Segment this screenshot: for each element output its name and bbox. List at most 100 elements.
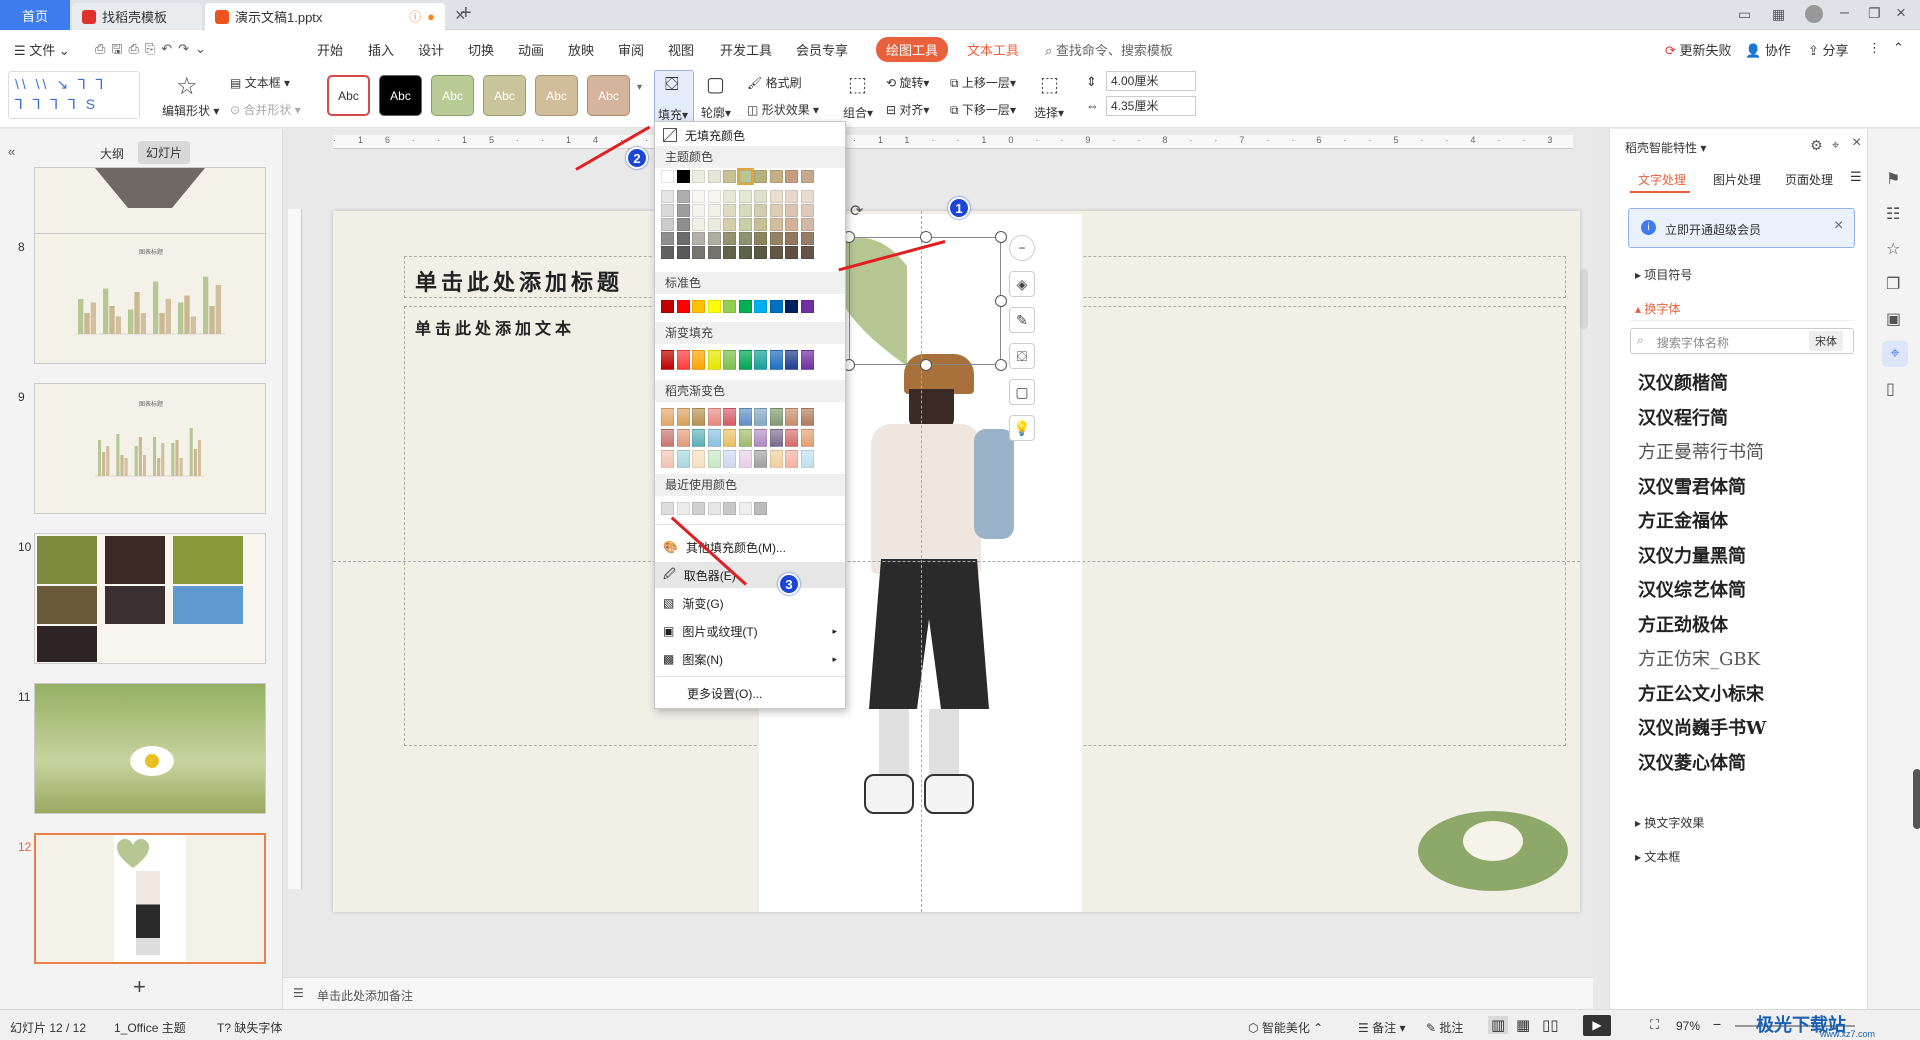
- recent-color-swatch[interactable]: [723, 502, 736, 515]
- theme-color-swatch[interactable]: [723, 218, 736, 231]
- docer-gradient-swatch[interactable]: [692, 450, 705, 468]
- shape-style-1[interactable]: Abc: [327, 75, 370, 116]
- theme-color-swatch[interactable]: [723, 232, 736, 245]
- docer-gradient-swatch[interactable]: [661, 450, 674, 468]
- align-button[interactable]: ⊟ 对齐▾: [886, 101, 929, 118]
- menu-animation[interactable]: 动画: [518, 40, 544, 59]
- rotate-handle-icon[interactable]: ⟳: [850, 201, 863, 221]
- resize-handle[interactable]: [920, 359, 932, 371]
- send-backward-button[interactable]: ⧉ 下移一层▾: [950, 101, 1016, 118]
- docer-gradient-swatch[interactable]: [676, 408, 690, 426]
- shape-style-6[interactable]: Abc: [587, 75, 630, 116]
- tab-page-processing[interactable]: 页面处理: [1785, 171, 1833, 188]
- standard-color-swatch[interactable]: [692, 300, 705, 313]
- docer-gradient-swatch[interactable]: [754, 429, 767, 447]
- docer-gradient-swatch[interactable]: [785, 408, 798, 426]
- docer-gradient-swatch[interactable]: [738, 408, 752, 426]
- tab-document[interactable]: 演示文稿1.pptx ⓘ ●: [205, 3, 445, 30]
- theme-color-swatch[interactable]: [785, 232, 798, 245]
- recent-color-swatch[interactable]: [707, 502, 721, 515]
- vertical-scrollbar[interactable]: [1580, 269, 1588, 329]
- theme-color-swatch[interactable]: [707, 190, 721, 203]
- apps-grid-icon[interactable]: ▦: [1772, 6, 1785, 23]
- style-gallery-more-icon[interactable]: ▾: [637, 82, 642, 93]
- theme-color-swatch[interactable]: [707, 232, 721, 245]
- gradient-fill-swatch[interactable]: [738, 350, 752, 370]
- theme-color-swatch[interactable]: [785, 190, 798, 203]
- resize-handle[interactable]: [995, 295, 1007, 307]
- textbox-button[interactable]: ▤ 文本框 ▾: [230, 74, 290, 91]
- gradient-fill-swatch[interactable]: [723, 350, 736, 370]
- menu-view[interactable]: 视图: [668, 40, 694, 59]
- update-status[interactable]: ⟳ 更新失败: [1665, 40, 1732, 59]
- file-menu[interactable]: ☰ 文件 ⌄: [14, 40, 70, 59]
- bullets-section[interactable]: ▸ 项目符号: [1635, 266, 1692, 283]
- theme-color-swatch[interactable]: [738, 218, 752, 231]
- smart-beautify-button[interactable]: ⬡ 智能美化 ⌃: [1248, 1019, 1323, 1036]
- sorter-view-icon[interactable]: ▦: [1516, 1016, 1530, 1034]
- theme-color-swatch[interactable]: [754, 232, 767, 245]
- standard-color-swatch[interactable]: [800, 300, 814, 313]
- fit-icon[interactable]: ⛶: [1650, 1017, 1659, 1033]
- theme-color-swatch[interactable]: [800, 218, 814, 231]
- theme-color-swatch[interactable]: [800, 246, 814, 259]
- pattern-option[interactable]: ▩ 图案(N) ▸: [655, 646, 845, 672]
- theme-color-swatch[interactable]: [754, 204, 767, 217]
- no-fill-option[interactable]: 无填充颜色: [655, 122, 845, 148]
- panel-collapse-handle[interactable]: [1913, 769, 1920, 829]
- panel-title[interactable]: 稻壳智能特性 ▾: [1625, 139, 1706, 156]
- book-icon[interactable]: ▯: [1886, 379, 1895, 399]
- resize-handle[interactable]: [920, 231, 932, 243]
- pen-icon[interactable]: ✎: [1009, 307, 1035, 333]
- theme-color-swatch[interactable]: [800, 204, 814, 217]
- theme-color-swatch[interactable]: [707, 204, 721, 217]
- fill-button[interactable]: ⛋ 填充▾: [654, 70, 694, 124]
- theme-color-swatch[interactable]: [707, 218, 721, 231]
- theme-color-swatch[interactable]: [800, 190, 814, 203]
- group-button[interactable]: 组合▾: [843, 104, 873, 121]
- theme-color-swatch[interactable]: [738, 232, 752, 245]
- docer-gradient-swatch[interactable]: [738, 429, 752, 447]
- theme-color-swatch[interactable]: [800, 170, 814, 183]
- recent-color-swatch[interactable]: [676, 502, 690, 515]
- layers-icon[interactable]: ◈: [1009, 271, 1035, 297]
- minus-icon[interactable]: −: [1009, 235, 1035, 261]
- font-option[interactable]: 方正曼蒂行书简: [1638, 438, 1764, 464]
- font-option[interactable]: 汉仪力量黑简: [1638, 542, 1746, 568]
- font-option[interactable]: 汉仪雪君体简: [1638, 473, 1746, 499]
- theme-color-swatch[interactable]: [754, 190, 767, 203]
- gradient-fill-swatch[interactable]: [785, 350, 798, 370]
- theme-color-swatch[interactable]: [785, 246, 798, 259]
- outline-button[interactable]: 轮廓▾: [701, 104, 731, 121]
- close-banner-icon[interactable]: ×: [1834, 217, 1843, 235]
- menu-developer[interactable]: 开发工具: [720, 40, 772, 59]
- height-input[interactable]: 4.00厘米: [1106, 71, 1196, 91]
- theme-color-swatch[interactable]: [769, 232, 783, 245]
- docer-gradient-swatch[interactable]: [754, 450, 767, 468]
- theme-color-swatch[interactable]: [738, 204, 752, 217]
- vip-banner[interactable]: i 立即开通超级会员 ×: [1628, 208, 1855, 248]
- standard-color-swatch[interactable]: [754, 300, 767, 313]
- font-option[interactable]: 方正公文小标宋: [1638, 680, 1764, 706]
- docer-gradient-swatch[interactable]: [800, 429, 814, 447]
- collapse-panel-icon[interactable]: «: [8, 144, 15, 159]
- text-effect-section[interactable]: ▸ 换文字效果: [1635, 814, 1704, 831]
- collab-button[interactable]: 👤 协作: [1745, 40, 1791, 59]
- docer-gradient-swatch[interactable]: [707, 450, 721, 468]
- theme-color-swatch[interactable]: [676, 246, 690, 259]
- add-tab-icon[interactable]: +: [460, 2, 472, 25]
- theme-color-swatch[interactable]: [707, 246, 721, 259]
- shape-style-4[interactable]: Abc: [483, 75, 526, 116]
- docer-gradient-swatch[interactable]: [707, 429, 721, 447]
- theme-color-swatch[interactable]: [692, 246, 705, 259]
- theme-color-swatch[interactable]: [723, 246, 736, 259]
- zoom-out-icon[interactable]: −: [1713, 1016, 1721, 1032]
- shape-style-5[interactable]: Abc: [535, 75, 578, 116]
- slide-thumbnail-12[interactable]: [34, 833, 266, 964]
- docer-gradient-swatch[interactable]: [769, 450, 783, 468]
- tab-text-tools[interactable]: 文本工具: [967, 40, 1019, 59]
- gradient-fill-swatch[interactable]: [676, 350, 690, 370]
- paint-icon[interactable]: ⚑: [1886, 169, 1900, 189]
- add-slide-button[interactable]: +: [133, 974, 146, 1000]
- font-option[interactable]: 方正劲极体: [1638, 611, 1728, 637]
